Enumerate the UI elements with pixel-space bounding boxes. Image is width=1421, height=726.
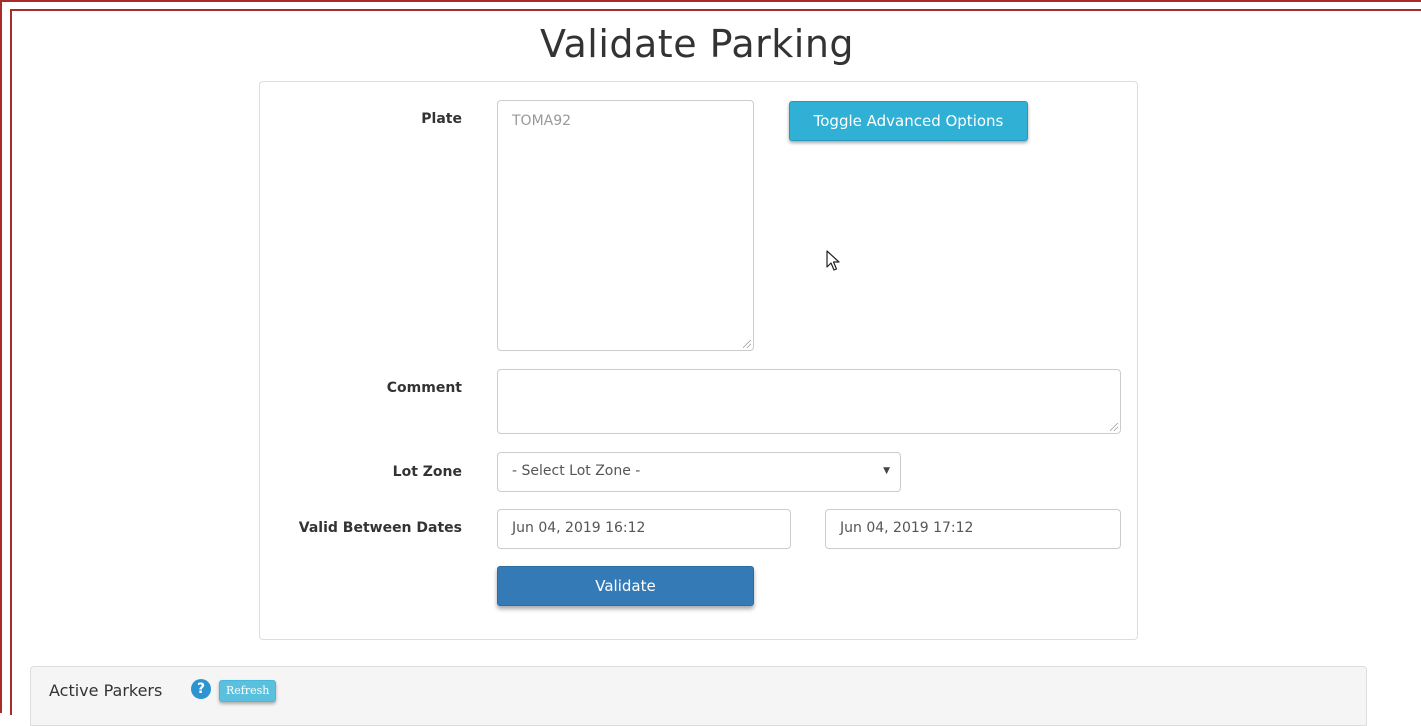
valid-to-date-input[interactable]: Jun 04, 2019 17:12	[825, 509, 1121, 549]
valid-from-value: Jun 04, 2019 16:12	[512, 520, 646, 536]
refresh-button[interactable]: Refresh	[219, 680, 277, 702]
lot-zone-selected-value: - Select Lot Zone -	[512, 463, 641, 479]
resize-grip-icon[interactable]	[1110, 423, 1118, 431]
page-title: Validate Parking	[539, 22, 855, 66]
validate-form-panel: Plate TOMA92 Toggle Advanced Options Com…	[259, 81, 1138, 640]
resize-grip-icon[interactable]	[743, 340, 751, 348]
plate-label: Plate	[421, 111, 462, 127]
active-parkers-title: Active Parkers	[49, 681, 163, 700]
active-parkers-panel: Active Parkers ? Refresh	[30, 666, 1367, 726]
plate-placeholder: TOMA92	[512, 113, 572, 129]
question-circle-icon[interactable]: ?	[191, 679, 211, 699]
valid-between-dates-label: Valid Between Dates	[298, 520, 462, 536]
validate-button[interactable]: Validate	[497, 566, 754, 606]
lot-zone-label: Lot Zone	[392, 464, 462, 480]
plate-textarea[interactable]: TOMA92	[497, 100, 754, 351]
toggle-advanced-options-button[interactable]: Toggle Advanced Options	[789, 101, 1028, 141]
mouse-cursor-icon	[826, 250, 840, 271]
valid-to-value: Jun 04, 2019 17:12	[840, 520, 974, 536]
comment-textarea[interactable]	[497, 369, 1121, 434]
chevron-down-icon: ▼	[883, 466, 890, 476]
valid-from-date-input[interactable]: Jun 04, 2019 16:12	[497, 509, 791, 549]
comment-label: Comment	[386, 380, 462, 396]
lot-zone-select[interactable]: - Select Lot Zone - ▼	[497, 452, 901, 492]
